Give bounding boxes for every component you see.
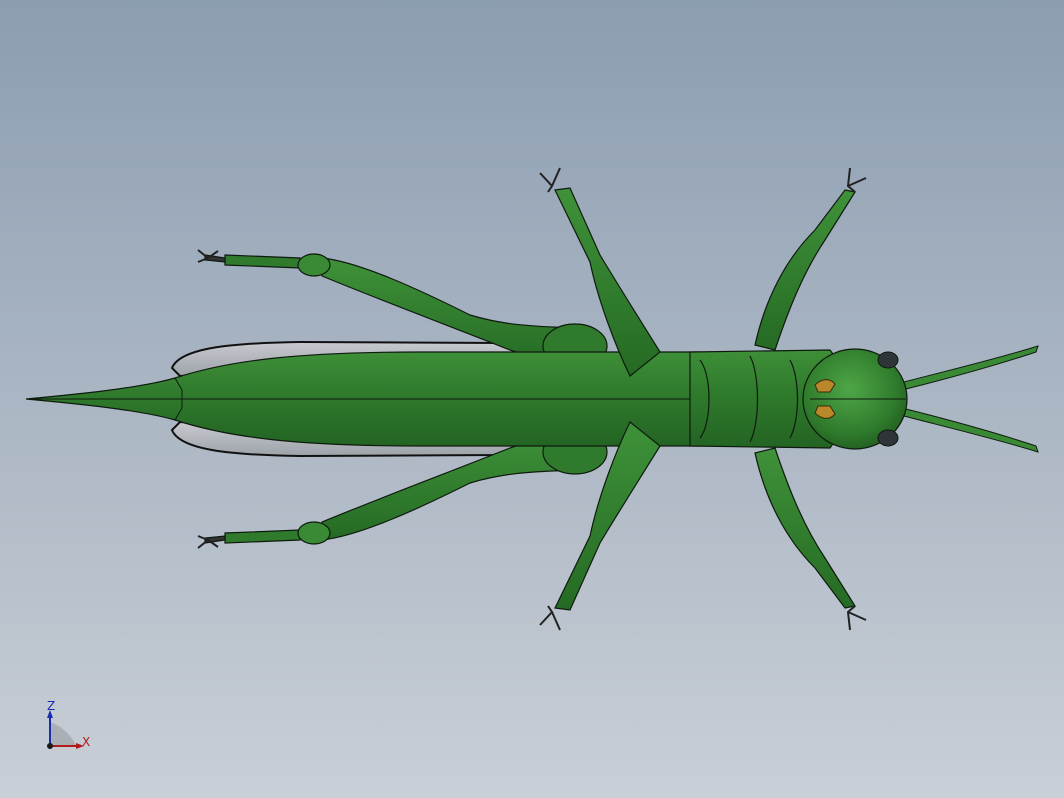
upper-eye — [877, 351, 899, 369]
x-axis-label: X — [82, 735, 91, 749]
lower-eye — [877, 429, 899, 447]
z-axis-label: Z — [47, 699, 56, 713]
head — [802, 348, 908, 450]
triad-origin — [47, 743, 53, 749]
lower-hind-tibia — [224, 529, 301, 544]
axis-triad: Z X — [38, 698, 98, 756]
triad-plane-shade — [50, 722, 76, 746]
upper-hind-tibia — [224, 254, 301, 269]
lower-hind-tibia-joint — [297, 521, 331, 545]
grasshopper-model[interactable] — [0, 0, 1064, 798]
upper-hind-tibia-joint — [297, 253, 331, 277]
graphics-viewport[interactable]: Z X — [0, 0, 1064, 798]
